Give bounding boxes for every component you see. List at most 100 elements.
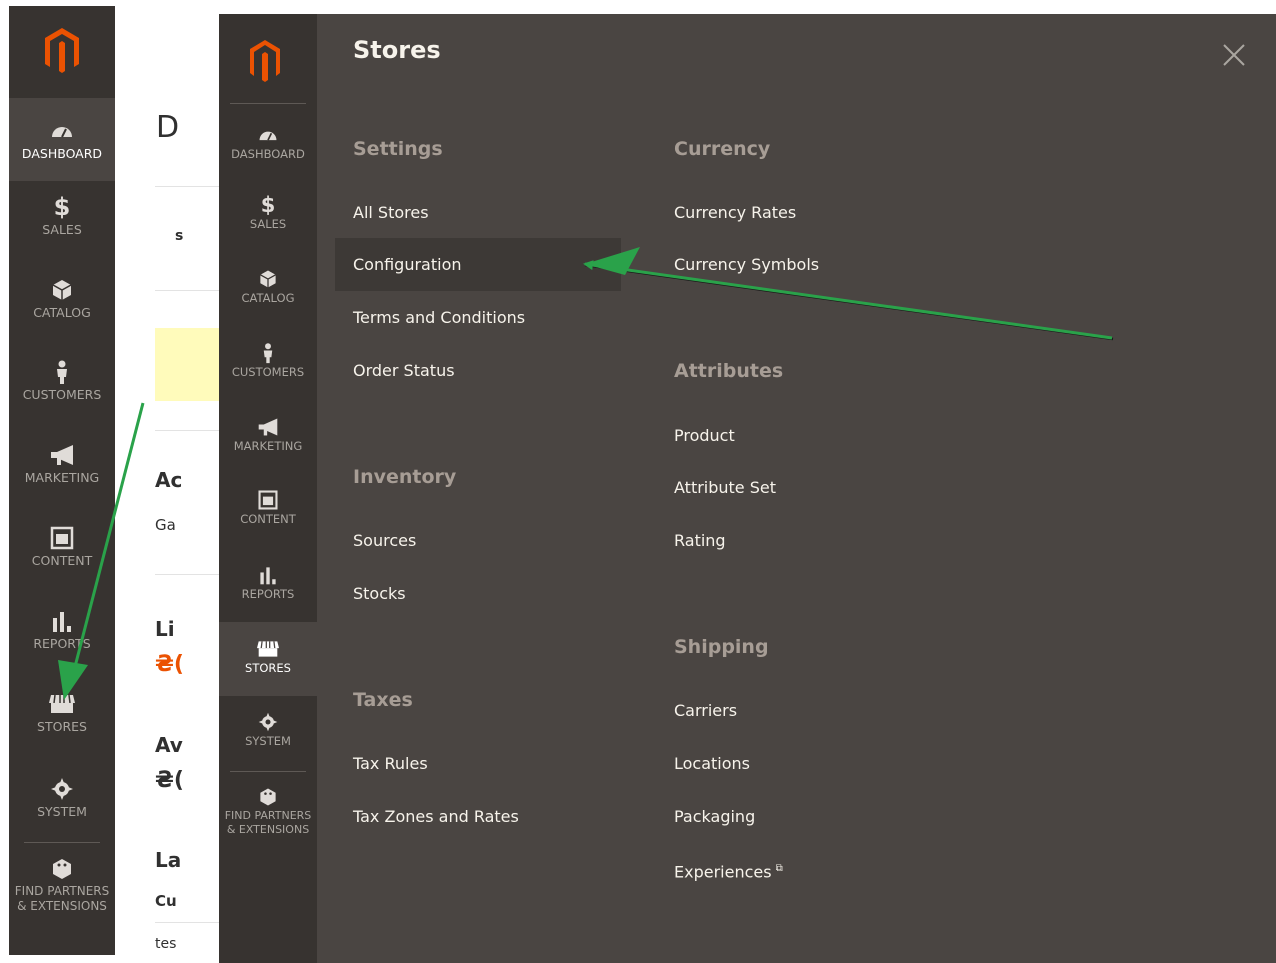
table-cell: tes (155, 936, 177, 952)
link-order-status[interactable]: Order Status (353, 344, 455, 397)
nav-reports[interactable]: REPORTS (9, 608, 115, 651)
nav-customers[interactable]: CUSTOMERS (9, 359, 115, 402)
nav-label: REPORTS (241, 587, 295, 601)
nav-label: STORES (37, 719, 87, 734)
nav-sales[interactable]: $ SALES (219, 194, 317, 231)
page-title: D (156, 110, 180, 145)
nav-label: SALES (249, 217, 287, 231)
nav-content[interactable]: CONTENT (219, 489, 317, 526)
nav-label: CATALOG (241, 291, 295, 305)
person-icon (263, 343, 273, 364)
nav-label: SALES (42, 222, 82, 237)
nav-catalog[interactable]: CATALOG (9, 277, 115, 320)
nav-label: FIND PARTNERS & EXTENSIONS (14, 884, 110, 913)
link-experiences[interactable]: Experiences (674, 862, 772, 881)
link-sources[interactable]: Sources (353, 514, 416, 567)
divider (155, 922, 219, 923)
nav-reports[interactable]: REPORTS (219, 564, 317, 601)
table-header-customer: Cu (155, 892, 177, 910)
nav-dashboard[interactable]: DASHBOARD (9, 98, 115, 181)
magento-logo[interactable] (9, 18, 115, 94)
megaphone-icon (258, 418, 278, 436)
nav-label: DASHBOARD (21, 146, 103, 161)
nav-marketing[interactable]: MARKETING (219, 416, 317, 453)
nav-dashboard[interactable]: DASHBOARD (219, 124, 317, 161)
dashboard-icon (259, 131, 277, 141)
link-locations[interactable]: Locations (674, 737, 750, 790)
link-all-stores[interactable]: All Stores (353, 186, 429, 239)
section-title-taxes: Taxes (353, 689, 413, 711)
section-title-attributes: Attributes (674, 360, 784, 382)
section-title-settings: Settings (353, 138, 443, 160)
lifetime-sales-value: ₴( (155, 652, 184, 677)
link-rating[interactable]: Rating (674, 514, 726, 567)
divider (155, 430, 219, 431)
link-terms-and-conditions[interactable]: Terms and Conditions (353, 291, 525, 344)
layout-icon (258, 490, 278, 510)
magento-logo[interactable] (219, 22, 317, 94)
nav-content[interactable]: CONTENT (9, 525, 115, 568)
nav-system[interactable]: SYSTEM (9, 776, 115, 819)
link-carriers[interactable]: Carriers (674, 684, 737, 737)
close-icon (1223, 44, 1245, 66)
last-orders-label: La (155, 848, 182, 872)
close-button[interactable] (1219, 40, 1249, 70)
nav-label: CUSTOMERS (22, 387, 102, 402)
dollar-icon: $ (53, 193, 71, 221)
cube-icon (260, 270, 276, 288)
stats-label: s (175, 228, 184, 244)
stores-submenu-panel: Stores Settings All Stores Configuration… (317, 14, 1276, 963)
nav-label: SYSTEM (245, 734, 291, 748)
nav-label: DASHBOARD (231, 147, 305, 161)
nav-marketing[interactable]: MARKETING (9, 442, 115, 485)
nav-customers[interactable]: CUSTOMERS (219, 342, 317, 379)
panel-title: Stores (353, 36, 441, 64)
link-tax-zones-and-rates[interactable]: Tax Zones and Rates (353, 790, 519, 843)
lifetime-sales-label: Li (155, 617, 175, 641)
blocks-icon (53, 859, 71, 879)
link-currency-rates[interactable]: Currency Rates (674, 186, 796, 239)
link-packaging[interactable]: Packaging (674, 790, 755, 843)
nav-catalog[interactable]: CATALOG (219, 268, 317, 305)
dollar-icon: $ (260, 193, 276, 217)
nav-stores[interactable]: STORES (219, 622, 317, 696)
bar-chart-icon (53, 612, 71, 632)
nav-label: CONTENT (31, 553, 93, 568)
nav-label: CUSTOMERS (231, 365, 305, 379)
stats-box (155, 186, 219, 291)
megaphone-icon (51, 445, 73, 465)
section-title-inventory: Inventory (353, 466, 457, 488)
section-heading: Ac (155, 468, 183, 492)
cube-icon (52, 280, 72, 300)
nav-system[interactable]: SYSTEM (219, 711, 317, 748)
notice-box (155, 328, 219, 401)
link-experiences-container[interactable]: Experiences ⧉ (674, 842, 783, 895)
store-icon (49, 694, 75, 713)
nav-divider (24, 842, 100, 843)
nav-sales[interactable]: $ SALES (9, 194, 115, 237)
magento-logo-icon (45, 28, 79, 73)
link-product[interactable]: Product (674, 409, 735, 462)
magento-logo-icon (250, 40, 280, 82)
link-currency-symbols[interactable]: Currency Symbols (674, 238, 819, 291)
nav-label: CONTENT (240, 512, 296, 526)
nav-label: SYSTEM (37, 804, 87, 819)
nav-stores[interactable]: STORES (9, 691, 115, 734)
nav-label: CATALOG (33, 305, 91, 320)
link-tax-rules[interactable]: Tax Rules (353, 737, 428, 790)
nav-find-partners[interactable]: FIND PARTNERS & EXTENSIONS (219, 786, 317, 837)
section-text: Ga (155, 516, 176, 534)
section-title-currency: Currency (674, 138, 771, 160)
overlay-main-sidebar: DASHBOARD $ SALES CATALOG CUSTOMERS MARK… (219, 14, 317, 963)
nav-find-partners[interactable]: FIND PARTNERS & EXTENSIONS (9, 856, 115, 914)
nav-divider (230, 103, 306, 104)
nav-label: REPORTS (33, 636, 91, 651)
nav-label: STORES (245, 661, 291, 675)
link-configuration[interactable]: Configuration (335, 238, 621, 291)
nav-divider (230, 771, 306, 772)
external-link-icon: ⧉ (775, 863, 783, 874)
average-order-value: ₴( (155, 768, 184, 793)
link-stocks[interactable]: Stocks (353, 567, 406, 620)
link-attribute-set[interactable]: Attribute Set (674, 461, 776, 514)
average-order-label: Av (155, 733, 183, 757)
